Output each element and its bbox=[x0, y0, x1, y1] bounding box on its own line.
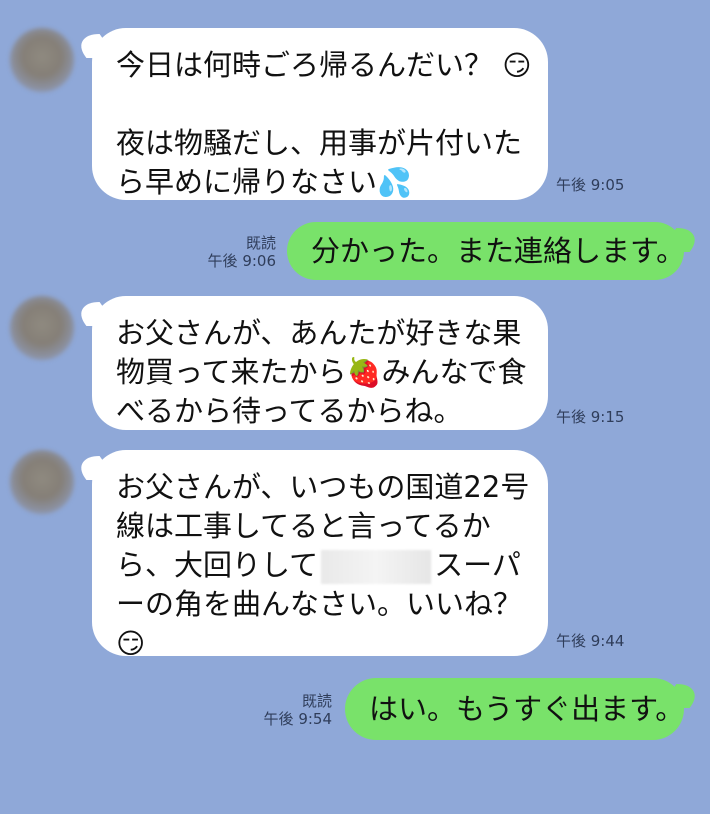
smirk-emoji-icon: 😏 bbox=[502, 49, 532, 82]
message-text-line: 😏 bbox=[116, 624, 524, 663]
message-text-line: 分かった。また連絡します。 bbox=[311, 234, 686, 268]
message-text-line: 線は工事してると言ってるか bbox=[116, 509, 491, 543]
message-text-line: お父さんが、あんたが好きな果 bbox=[116, 316, 522, 350]
read-receipt: 既読 bbox=[245, 234, 276, 252]
message-text-line: ーの角を曲んなさい。いいね？ bbox=[116, 587, 523, 621]
message-meta: 午後 9:15 bbox=[556, 408, 624, 426]
message-bubble-outgoing[interactable]: はい。もうすぐ出ます。 bbox=[345, 678, 684, 740]
avatar[interactable] bbox=[10, 28, 74, 92]
message-time: 午後 9:54 bbox=[263, 710, 332, 728]
message-meta: 午後 9:05 bbox=[556, 176, 624, 194]
sweat-droplets-emoji-icon: 💦 bbox=[377, 166, 412, 199]
redacted-text bbox=[321, 550, 432, 584]
message-bubble-incoming[interactable]: 今日は何時ごろ帰るんだい？ 😏 夜は物騒だし、用事が片付いた ら早めに帰りなさい… bbox=[92, 28, 548, 200]
message-text-line: お父さんが、いつもの国道22号 bbox=[116, 470, 530, 504]
message-time: 午後 9:05 bbox=[556, 176, 625, 194]
message-bubble-incoming[interactable]: お父さんが、あんたが好きな果 物買って来たから🍓みんなで食 べるから待ってるから… bbox=[92, 296, 548, 430]
message-text-line: 物買って来たから🍓みんなで食 bbox=[116, 355, 527, 389]
message-text-line: 夜は物騒だし、用事が片付いた bbox=[116, 126, 523, 160]
message-text-line: ら、大回りして スーパ bbox=[116, 548, 521, 584]
strawberry-emoji-icon: 🍓 bbox=[346, 356, 382, 389]
message-bubble-incoming[interactable]: お父さんが、いつもの国道22号 線は工事してると言ってるか ら、大回りして スーパ… bbox=[92, 450, 548, 660]
avatar[interactable] bbox=[10, 450, 74, 514]
message-bubble-outgoing[interactable]: 分かった。また連絡します。 bbox=[287, 222, 686, 280]
message-text-line: はい。もうすぐ出ます。 bbox=[369, 692, 685, 726]
message-time: 午後 9:15 bbox=[556, 408, 625, 426]
message-text-line: べるから待ってるからね。 bbox=[116, 394, 463, 428]
message-text-line: 今日は何時ごろ帰るんだい？ 😏 bbox=[116, 48, 532, 82]
message-meta: 既読 午後 9:06 bbox=[208, 234, 276, 270]
chat-area: 今日は何時ごろ帰るんだい？ 😏 夜は物騒だし、用事が片付いた ら早めに帰りなさい… bbox=[0, 0, 710, 814]
smirk-emoji-icon: 😏 bbox=[116, 627, 146, 660]
message-time: 午後 9:06 bbox=[207, 252, 276, 270]
read-receipt: 既読 bbox=[301, 692, 332, 710]
message-text-line: ら早めに帰りなさい💦 bbox=[116, 165, 412, 199]
message-meta: 既読 午後 9:54 bbox=[264, 692, 332, 728]
avatar[interactable] bbox=[10, 296, 74, 360]
message-meta: 午後 9:44 bbox=[556, 632, 624, 650]
message-time: 午後 9:44 bbox=[556, 632, 625, 650]
